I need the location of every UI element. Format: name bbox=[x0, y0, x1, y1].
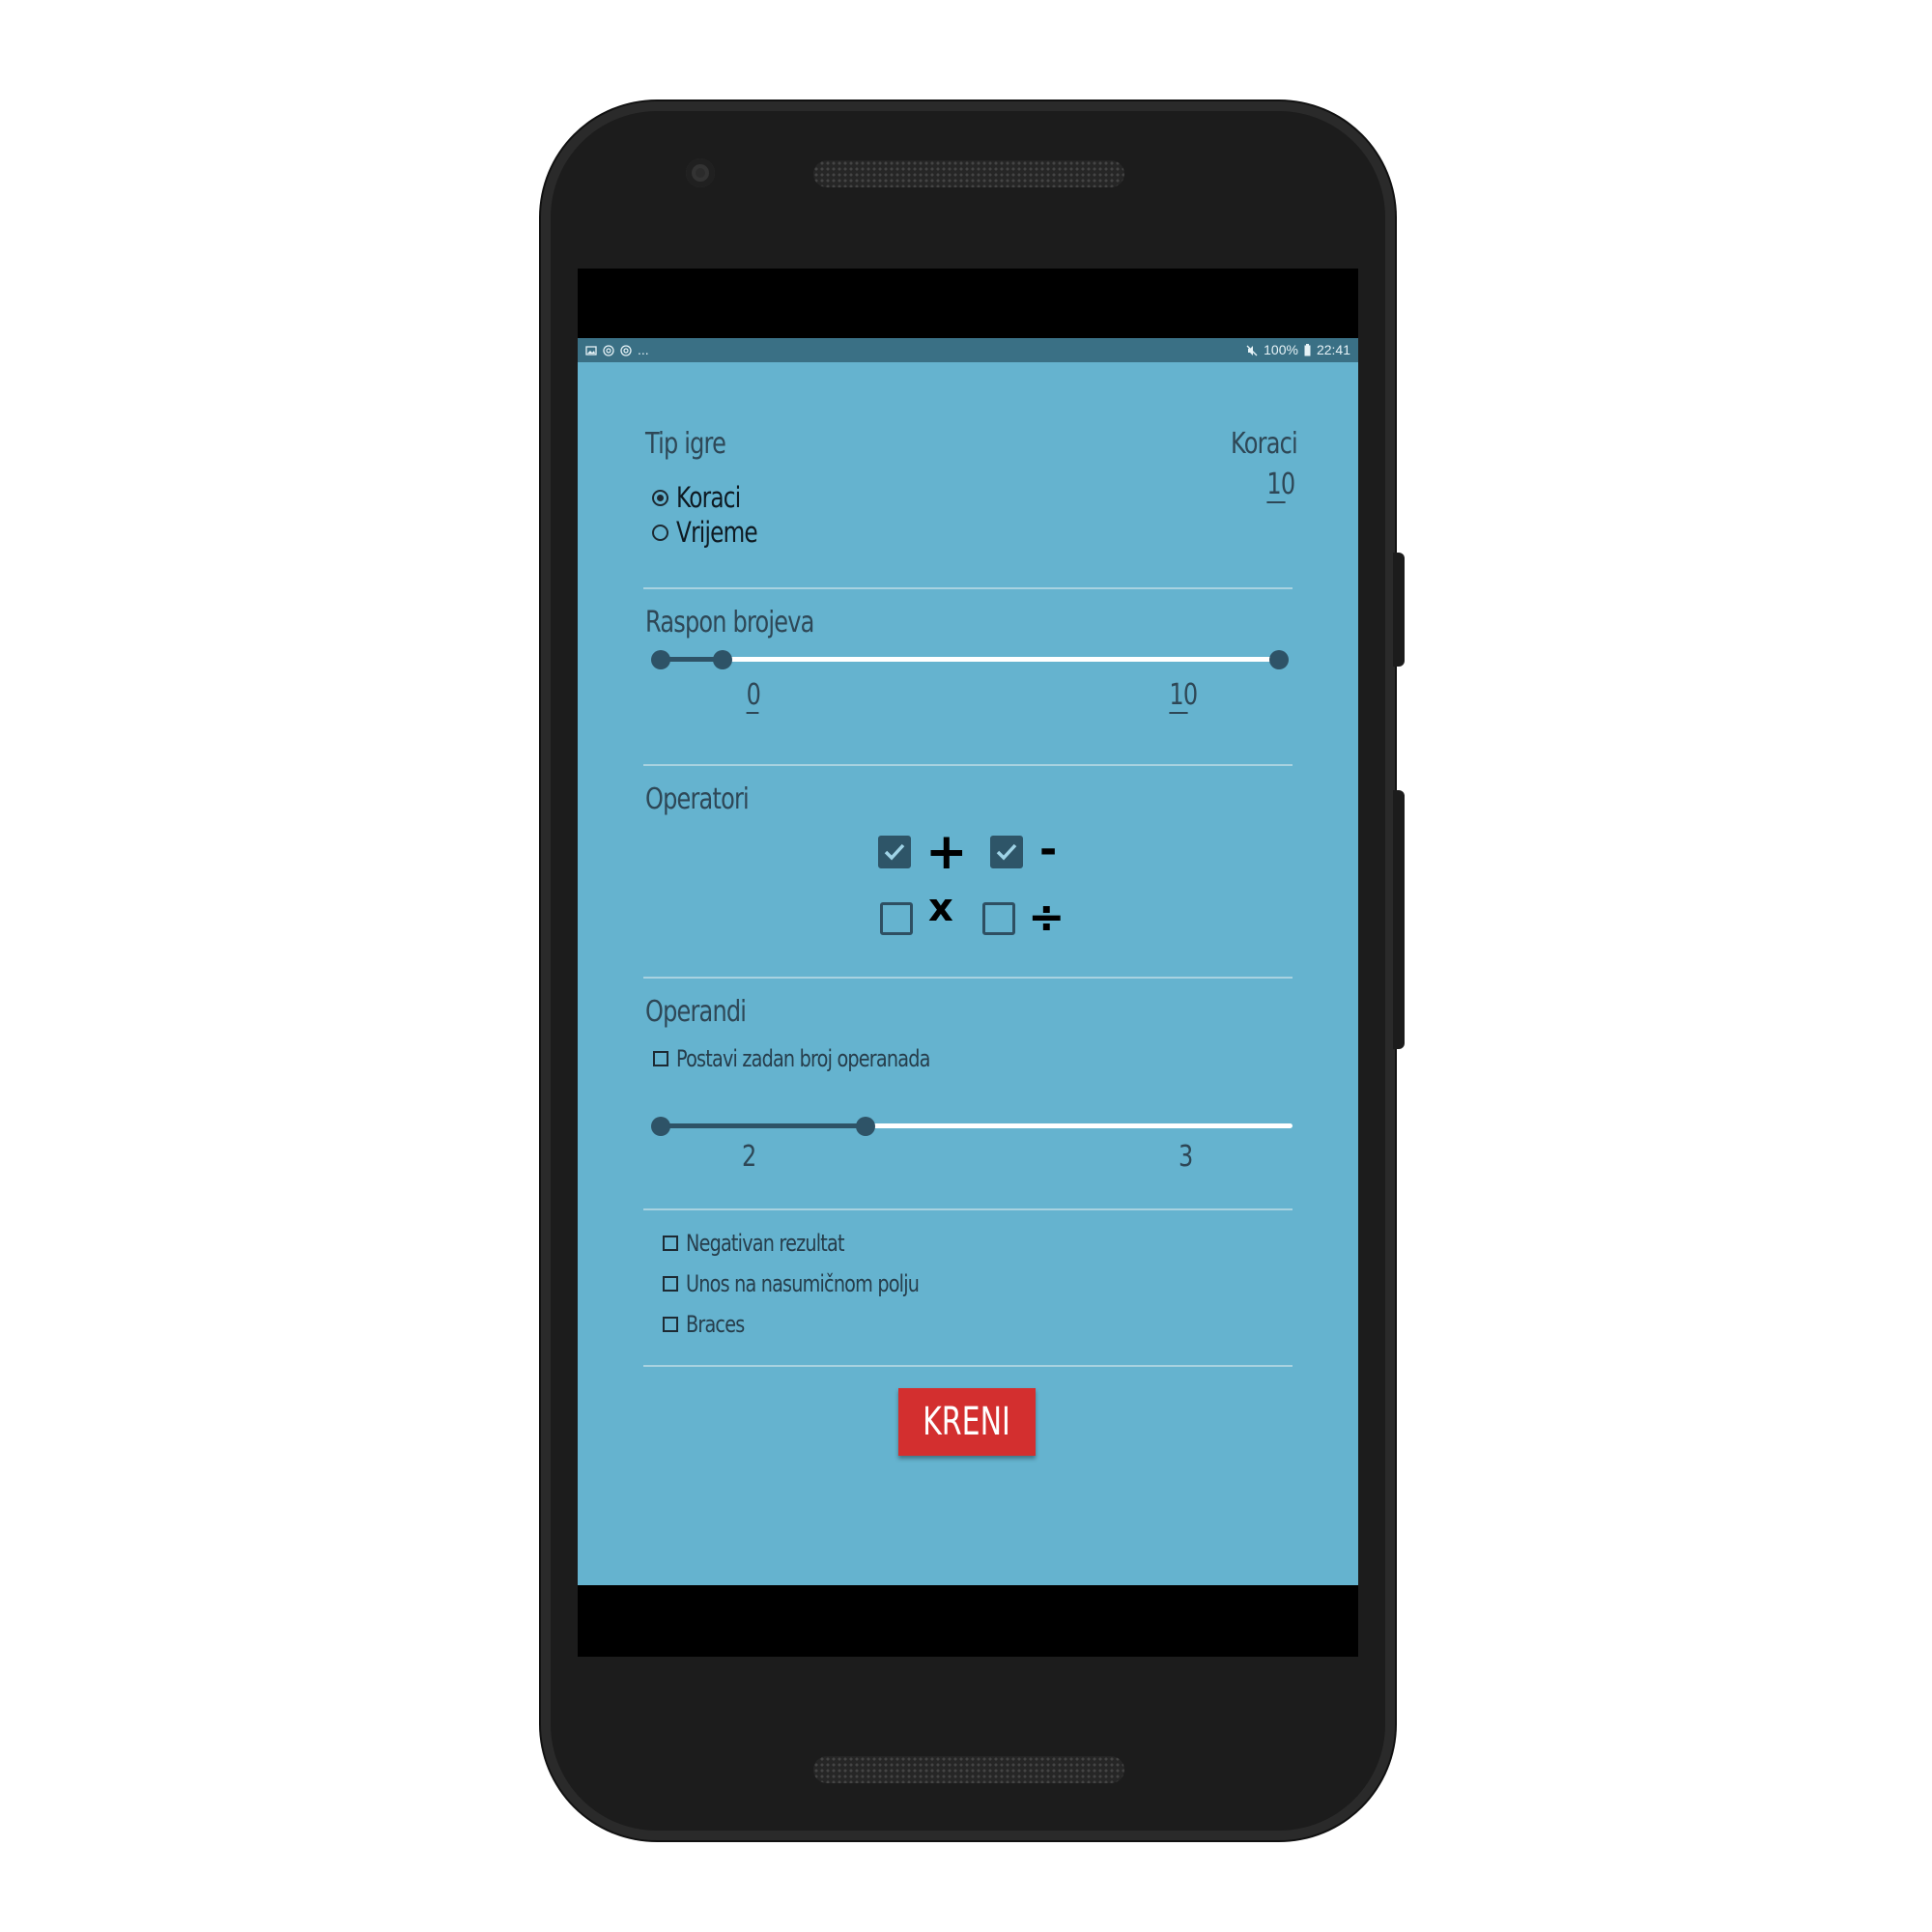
operator-divide-symbol: ÷ bbox=[1028, 891, 1065, 943]
fixed-operands-label[interactable]: Postavi zadan broj operanada bbox=[676, 1045, 930, 1072]
operators-title: Operatori bbox=[645, 782, 750, 816]
steps-input[interactable]: 10 bbox=[1266, 468, 1295, 503]
top-speaker bbox=[813, 160, 1124, 187]
side-button-top bbox=[1393, 553, 1405, 667]
battery-icon bbox=[1304, 344, 1311, 356]
divider-4 bbox=[643, 1208, 1293, 1210]
range-slider-min-knob[interactable] bbox=[713, 650, 732, 669]
check-icon bbox=[884, 843, 905, 861]
range-slider-origin-knob[interactable] bbox=[651, 650, 670, 669]
sync-notification-icon bbox=[603, 344, 614, 356]
front-camera bbox=[686, 158, 715, 187]
operator-plus-symbol: + bbox=[925, 823, 968, 881]
divider-5 bbox=[643, 1365, 1293, 1367]
operands-min-value: 2 bbox=[742, 1140, 756, 1174]
radio-vrijeme[interactable] bbox=[652, 525, 668, 541]
divider-1 bbox=[643, 587, 1293, 589]
operator-minus-checkbox[interactable] bbox=[990, 836, 1023, 868]
range-max-input[interactable]: 10 bbox=[1169, 678, 1198, 714]
battery-percent: 100% bbox=[1264, 342, 1298, 357]
operands-slider-min-knob[interactable] bbox=[651, 1117, 670, 1136]
radio-vrijeme-label[interactable]: Vrijeme bbox=[676, 516, 758, 549]
clock: 22:41 bbox=[1316, 342, 1350, 357]
app-screen: ... 100% 22:41 Tip igre Koraci Vrijeme K… bbox=[578, 338, 1358, 1585]
side-button-volume bbox=[1393, 790, 1405, 1049]
braces-checkbox[interactable] bbox=[663, 1317, 678, 1332]
operator-plus-checkbox[interactable] bbox=[878, 836, 911, 868]
radio-koraci-label[interactable]: Koraci bbox=[676, 481, 741, 514]
image-notification-icon bbox=[585, 345, 597, 355]
status-bar: ... 100% 22:41 bbox=[578, 338, 1358, 362]
divider-2 bbox=[643, 764, 1293, 766]
random-field-checkbox[interactable] bbox=[663, 1276, 678, 1292]
operator-multiply-symbol: x bbox=[928, 886, 953, 930]
steps-label: Koraci bbox=[1231, 427, 1298, 461]
negative-result-checkbox[interactable] bbox=[663, 1236, 678, 1251]
divider-3 bbox=[643, 977, 1293, 979]
braces-label[interactable]: Braces bbox=[686, 1311, 745, 1338]
start-button-label: KRENI bbox=[923, 1400, 1011, 1444]
check-icon bbox=[996, 843, 1017, 861]
operator-divide-checkbox[interactable] bbox=[982, 902, 1015, 935]
range-slider-rail bbox=[661, 657, 1283, 662]
bottom-speaker bbox=[813, 1756, 1124, 1783]
mute-icon bbox=[1246, 345, 1258, 355]
range-slider-max-knob[interactable] bbox=[1269, 650, 1289, 669]
operator-minus-symbol: - bbox=[1039, 825, 1058, 874]
operator-multiply-checkbox[interactable] bbox=[880, 902, 913, 935]
operands-title: Operandi bbox=[645, 995, 747, 1029]
operands-max-value: 3 bbox=[1179, 1140, 1193, 1174]
game-type-title: Tip igre bbox=[645, 427, 726, 461]
operands-slider-active bbox=[661, 1123, 866, 1128]
random-field-label[interactable]: Unos na nasumičnom polju bbox=[686, 1270, 920, 1297]
fixed-operands-checkbox[interactable] bbox=[653, 1051, 668, 1066]
start-button[interactable]: KRENI bbox=[898, 1388, 1036, 1456]
number-range-title: Raspon brojeva bbox=[645, 606, 814, 639]
sync-notification-icon-2 bbox=[620, 344, 632, 356]
negative-result-label[interactable]: Negativan rezultat bbox=[686, 1230, 844, 1257]
range-min-input[interactable]: 0 bbox=[746, 678, 761, 714]
radio-koraci[interactable] bbox=[652, 490, 668, 506]
more-notifications-text: ... bbox=[638, 342, 649, 357]
operands-slider-max-knob[interactable] bbox=[856, 1117, 875, 1136]
